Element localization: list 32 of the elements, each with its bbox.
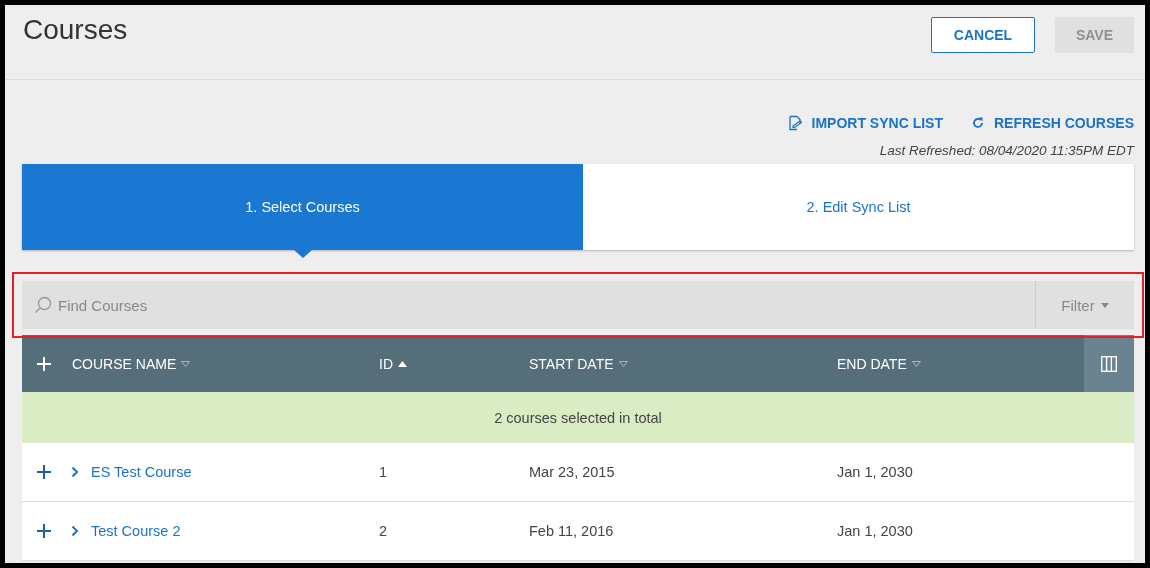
cancel-button[interactable]: CANCEL <box>931 17 1035 53</box>
columns-icon <box>1101 355 1117 372</box>
filter-dropdown[interactable]: Filter <box>1035 281 1134 329</box>
search-field[interactable]: Find Courses <box>56 295 1035 315</box>
step-pointer-icon <box>294 250 312 258</box>
table-cell: Mar 23, 2015 <box>529 464 615 480</box>
course-link[interactable]: Test Course 2 <box>91 523 181 539</box>
caret-icon <box>1100 303 1109 308</box>
import-link[interactable]: IMPORT SYNC LIST <box>786 115 943 131</box>
document-edit-icon <box>786 115 803 131</box>
columns-button[interactable] <box>1084 335 1134 392</box>
plus-icon <box>36 523 52 539</box>
table-cell: Jan 1, 2030 <box>837 523 913 539</box>
step-tab[interactable]: 2. Edit Sync List <box>583 164 1134 250</box>
refresh-icon <box>970 116 985 130</box>
column-header[interactable]: START DATE <box>529 335 837 392</box>
column-header[interactable]: END DATE <box>837 335 1084 392</box>
last-refreshed-text: Last Refreshed: 08/04/2020 11:35PM EDT <box>878 143 1134 160</box>
course-link[interactable]: ES Test Course <box>91 464 192 480</box>
column-header[interactable]: COURSE NAME <box>72 335 379 392</box>
page-title: Courses <box>23 14 128 46</box>
plus-icon <box>36 464 52 480</box>
table-cell: 1 <box>379 464 388 480</box>
table-cell: 2 <box>379 523 388 539</box>
search-bar[interactable]: Find Courses <box>22 281 1035 329</box>
selection-summary: 2 courses selected in total <box>22 392 1134 443</box>
search-icon <box>34 296 52 314</box>
plus-icon <box>36 355 52 372</box>
table-cell: Jan 1, 2030 <box>837 464 913 480</box>
column-header[interactable]: ID <box>379 335 529 392</box>
table-cell: Feb 11, 2016 <box>529 523 614 539</box>
refresh-link[interactable]: REFRESH COURSES <box>970 115 1134 131</box>
